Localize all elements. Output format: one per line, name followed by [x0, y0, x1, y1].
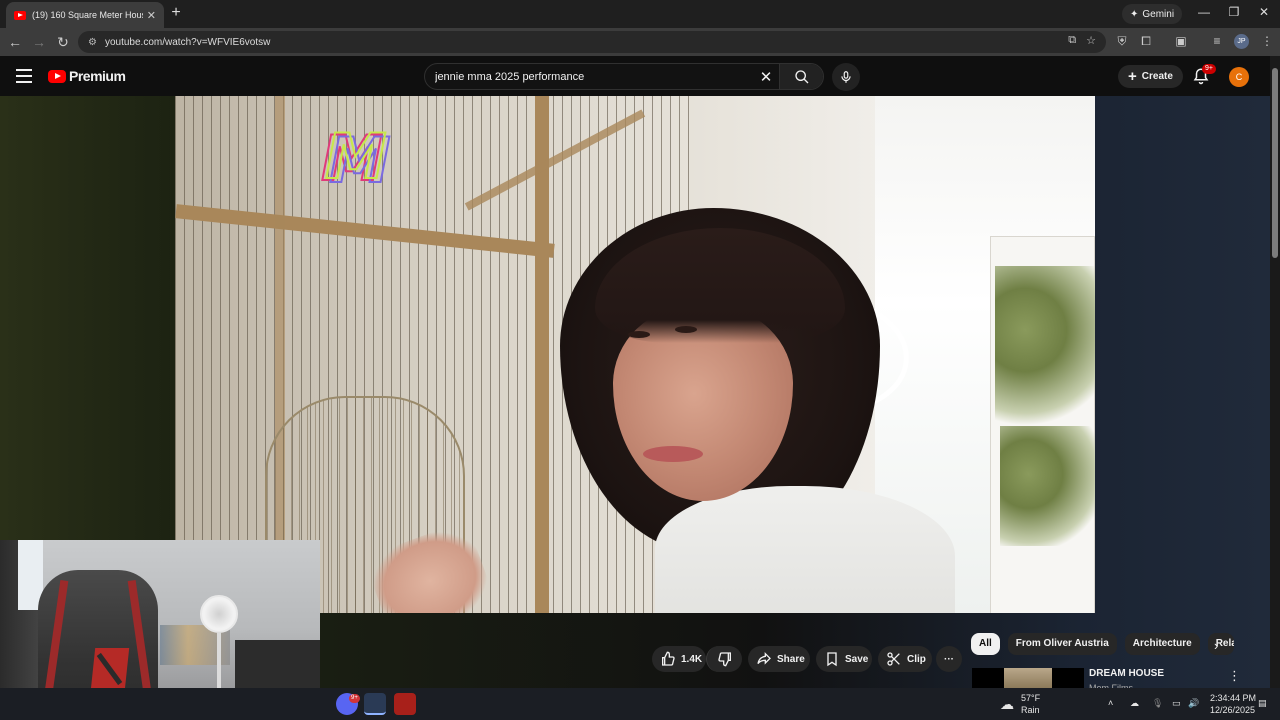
- media-controls-icon[interactable]: ≡: [1209, 34, 1225, 48]
- minimize-button[interactable]: —: [1195, 5, 1213, 19]
- browser-tab-youtube[interactable]: (19) 160 Square Meter House, I ✕: [6, 2, 164, 28]
- site-info-icon[interactable]: ⚙: [88, 37, 97, 48]
- install-app-icon[interactable]: ⧉: [1068, 34, 1076, 47]
- gemini-sparkle-icon: ✦: [1130, 8, 1139, 20]
- like-count: 1.4K: [681, 653, 703, 665]
- share-arrow-icon: [757, 652, 771, 665]
- notification-center-icon[interactable]: ▤: [1258, 698, 1267, 709]
- video-scene-shirt: [655, 486, 955, 613]
- weather-cloud-icon: ☁: [1000, 696, 1014, 712]
- recommendation-title[interactable]: DREAM HOUSE: [1089, 668, 1164, 679]
- bookmark-star-icon[interactable]: ☆: [1086, 34, 1096, 47]
- scissors-icon: [887, 652, 900, 666]
- webcam-scene-fan-stand: [217, 632, 221, 692]
- tray-volume-icon[interactable]: 🔊: [1188, 698, 1199, 709]
- tray-onedrive-icon[interactable]: ☁: [1130, 698, 1139, 709]
- youtube-favicon-icon: [14, 10, 26, 20]
- tray-mic-icon[interactable]: 🎙: [1152, 698, 1163, 709]
- chip-related[interactable]: Rela: [1207, 633, 1234, 655]
- taskbar-time[interactable]: 2:34:44 PM: [1210, 693, 1256, 703]
- back-arrow-icon[interactable]: ←: [7, 34, 23, 50]
- clip-label: Clip: [907, 653, 926, 665]
- account-avatar[interactable]: C: [1229, 67, 1249, 87]
- split-view-icon[interactable]: ▣: [1173, 34, 1189, 48]
- chip-all[interactable]: All: [971, 633, 1000, 655]
- tab-title: (19) 160 Square Meter House, I: [32, 10, 143, 20]
- recommendation-thumbnail[interactable]: [972, 668, 1084, 688]
- more-dots-icon: ···: [944, 653, 954, 665]
- video-scene-eye-left: [628, 331, 650, 338]
- youtube-logo-icon: [48, 69, 66, 83]
- dislike-button[interactable]: [706, 646, 742, 672]
- logo-text: Premium: [69, 68, 126, 84]
- search-button[interactable]: [779, 64, 823, 89]
- bookmark-icon: [827, 652, 837, 667]
- browser-menu-icon[interactable]: ⋮: [1259, 34, 1275, 48]
- video-scene-foliage: [995, 266, 1095, 426]
- dota-taskbar-icon[interactable]: [394, 693, 416, 715]
- video-scene-lips: [643, 446, 703, 462]
- chip-from-oliver-austria[interactable]: From Oliver Austria: [1007, 633, 1117, 655]
- search-box: ✕: [424, 63, 824, 90]
- steam-taskbar-icon[interactable]: [364, 693, 386, 715]
- clear-search-icon[interactable]: ✕: [753, 68, 779, 86]
- taskbar-date[interactable]: 12/26/2025: [1210, 705, 1255, 715]
- page-scrollbar-thumb[interactable]: [1272, 68, 1278, 258]
- video-scene-eye-right: [675, 326, 697, 333]
- thumbs-down-icon: [718, 652, 731, 667]
- hamburger-menu-icon[interactable]: [16, 69, 32, 87]
- video-scene-foliage-lower: [1000, 426, 1095, 546]
- webcam-scene-chair-logo-icon: [90, 648, 130, 690]
- windows-taskbar: [0, 688, 1280, 720]
- new-tab-button[interactable]: +: [168, 4, 184, 22]
- create-button[interactable]: + Create: [1118, 65, 1183, 88]
- weather-description[interactable]: Rain: [1021, 705, 1040, 715]
- clip-button[interactable]: Clip: [878, 646, 932, 672]
- chip-architecture[interactable]: Architecture: [1124, 633, 1200, 655]
- video-player[interactable]: M M M: [175, 96, 1095, 613]
- save-label: Save: [845, 653, 869, 665]
- shield-extension-icon[interactable]: ⛨: [1114, 34, 1130, 49]
- video-overlay-logo: M: [324, 119, 388, 194]
- search-input[interactable]: [425, 70, 753, 83]
- thumbs-up-icon: [662, 651, 675, 666]
- close-window-button[interactable]: ✕: [1255, 5, 1273, 19]
- extensions-puzzle-icon[interactable]: ⧠: [1138, 34, 1154, 49]
- share-button[interactable]: Share: [748, 646, 810, 672]
- search-icon: [794, 69, 808, 83]
- like-button[interactable]: 1.4K: [652, 646, 706, 672]
- more-actions-button[interactable]: ···: [936, 646, 962, 672]
- create-label: Create: [1141, 71, 1173, 82]
- notification-badge: 9+: [1202, 64, 1216, 74]
- restore-button[interactable]: ❐: [1225, 5, 1243, 19]
- profile-avatar[interactable]: JP: [1234, 34, 1249, 49]
- youtube-premium-logo[interactable]: Premium: [48, 68, 126, 84]
- recommendation-more-icon[interactable]: ⋮: [1228, 668, 1241, 684]
- youtube-header: Premium ✕ + Create 9+ C: [0, 56, 1270, 96]
- plus-icon: +: [1128, 68, 1137, 85]
- save-button[interactable]: Save: [816, 646, 872, 672]
- reload-icon[interactable]: ↻: [55, 34, 71, 50]
- browser-tab-bar: (19) 160 Square Meter House, I ✕ + ✦ Gem…: [0, 0, 1280, 28]
- microphone-icon: [841, 71, 851, 83]
- tab-close-icon[interactable]: ✕: [147, 9, 156, 22]
- recommendation-chips: All From Oliver Austria Architecture Rel…: [971, 633, 1234, 655]
- share-label: Share: [777, 653, 805, 665]
- discord-badge: 9+: [349, 694, 360, 703]
- gemini-label: Gemini: [1142, 8, 1175, 20]
- weather-temperature[interactable]: 57°F: [1021, 693, 1040, 703]
- address-bar[interactable]: ⚙ youtube.com/watch?v=WFVIE6votsw ⧉ ☆: [78, 31, 1106, 53]
- webcam-scene-fan: [200, 595, 238, 633]
- url-text: youtube.com/watch?v=WFVIE6votsw: [104, 36, 271, 48]
- browser-toolbar: ← → ↻ ⚙ youtube.com/watch?v=WFVIE6votsw …: [0, 28, 1280, 56]
- tray-network-icon[interactable]: ▭: [1172, 698, 1181, 709]
- chevron-right-icon[interactable]: ›: [1214, 638, 1218, 653]
- forward-arrow-icon[interactable]: →: [31, 34, 47, 50]
- gemini-button[interactable]: ✦ Gemini: [1122, 4, 1183, 24]
- voice-search-button[interactable]: [832, 63, 860, 91]
- tray-chevron-up-icon[interactable]: ˄: [1108, 698, 1113, 708]
